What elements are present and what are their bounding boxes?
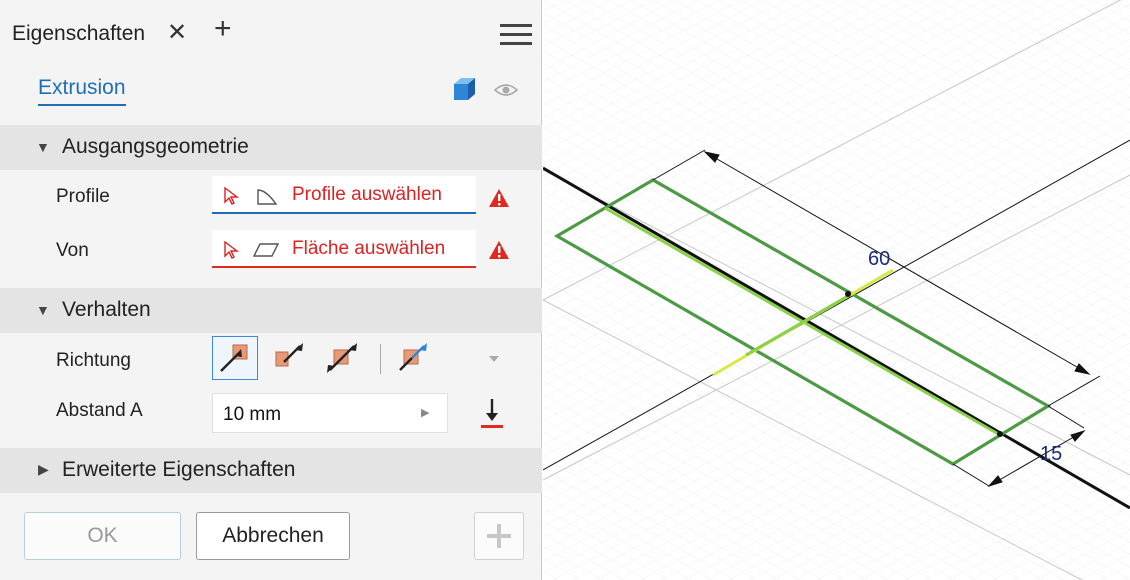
chevron-down-icon[interactable] [487, 354, 501, 364]
collapse-arrow-icon: ▼ [36, 302, 50, 318]
grid-lines [543, 0, 1130, 580]
face-icon [252, 243, 280, 257]
profile-label: Profile [56, 186, 110, 207]
direction-asymmetric-icon [399, 343, 427, 371]
face-select-field[interactable]: Fläche auswählen [212, 230, 476, 268]
plus-icon[interactable]: + [214, 14, 232, 44]
direction-flipped-icon [275, 343, 303, 367]
distance-input[interactable]: 10 mm ▶ [212, 393, 448, 433]
direction-default-icon [220, 344, 248, 372]
cancel-button[interactable]: Abbrechen [196, 512, 350, 560]
panel-tab-bar: Eigenschaften ✕ + [0, 10, 542, 62]
ok-button[interactable]: OK [24, 512, 181, 560]
dimension-width-text[interactable]: 15 [1040, 443, 1062, 465]
direction-flipped-button[interactable] [268, 336, 314, 380]
from-label: Von [56, 240, 89, 261]
direction-default-button[interactable] [212, 336, 258, 380]
eye-icon[interactable] [494, 83, 518, 97]
distance-value: 10 mm [223, 404, 282, 425]
sketch-point[interactable] [845, 291, 851, 297]
direction-symmetric-icon [327, 343, 357, 373]
select-cursor-icon [224, 186, 240, 205]
section-input-geometry[interactable]: ▼ Ausgangsgeometrie [0, 125, 542, 170]
flip-direction-icon[interactable] [478, 396, 506, 430]
face-select-text: Fläche auswählen [292, 238, 446, 259]
section-behavior[interactable]: ▼ Verhalten [0, 288, 542, 333]
profile-select-text: Profile auswählen [292, 184, 442, 205]
select-cursor-icon [224, 240, 240, 259]
section-title: Erweiterte Eigenschaften [62, 458, 296, 481]
direction-label: Richtung [56, 350, 131, 371]
profile-icon [257, 189, 278, 205]
close-icon[interactable]: ✕ [167, 18, 187, 47]
profile-select-field[interactable]: Profile auswählen [212, 176, 476, 214]
sketch-point[interactable] [997, 431, 1003, 437]
add-new-button[interactable] [474, 512, 524, 560]
direction-asymmetric-button[interactable] [392, 336, 438, 380]
properties-panel: Eigenschaften ✕ + Extrusion ▼ Ausgangsge… [0, 0, 542, 580]
tab-title[interactable]: Eigenschaften [12, 22, 145, 46]
warning-icon [489, 189, 509, 207]
collapse-arrow-icon: ▼ [36, 139, 50, 155]
direction-symmetric-button[interactable] [322, 336, 368, 380]
3d-viewport[interactable]: 60 15 [543, 0, 1130, 580]
hamburger-menu-icon[interactable] [500, 24, 532, 50]
distance-label: Abstand A [56, 400, 143, 421]
cube-icon[interactable] [451, 76, 477, 102]
section-title: Ausgangsgeometrie [62, 135, 249, 158]
plus-icon [487, 524, 511, 548]
section-advanced[interactable]: ▶ Erweiterte Eigenschaften [0, 448, 542, 493]
dimension-length-text[interactable]: 60 [868, 248, 890, 270]
warning-icon [489, 241, 509, 259]
chevron-right-icon[interactable]: ▶ [421, 406, 429, 419]
expand-arrow-icon: ▶ [38, 461, 49, 477]
toolbar-divider [380, 344, 381, 374]
feature-tab-extrusion[interactable]: Extrusion [38, 76, 126, 106]
section-title: Verhalten [62, 298, 151, 321]
sketch-canvas[interactable]: 60 15 [543, 0, 1130, 580]
